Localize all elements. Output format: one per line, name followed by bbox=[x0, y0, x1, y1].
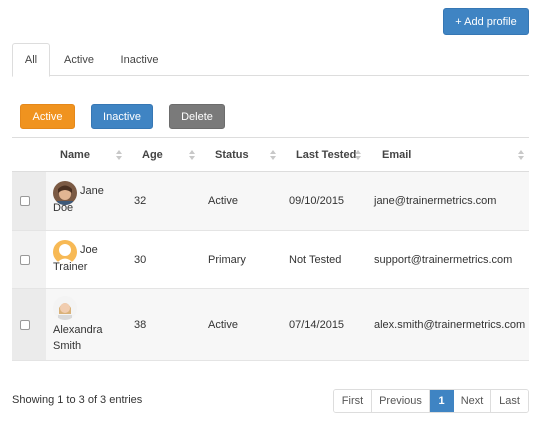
tab-active[interactable]: Active bbox=[55, 43, 103, 76]
status-cell: Active bbox=[208, 319, 238, 331]
column-header-email[interactable]: Email bbox=[382, 138, 411, 172]
last-tested-cell: Not Tested bbox=[289, 254, 342, 266]
age-cell: 38 bbox=[134, 319, 147, 331]
column-header-name[interactable]: Name bbox=[60, 138, 90, 172]
row-checkbox[interactable] bbox=[20, 255, 30, 265]
entries-info: Showing 1 to 3 of 3 entries bbox=[12, 394, 143, 406]
set-inactive-button[interactable]: Inactive bbox=[91, 104, 153, 129]
tab-all[interactable]: All bbox=[12, 43, 50, 77]
delete-button[interactable]: Delete bbox=[169, 104, 225, 129]
table-row: Jane Doe 32 Active 09/10/2015 jane@train… bbox=[12, 172, 529, 231]
email-cell: support@trainermetrics.com bbox=[374, 254, 513, 266]
profile-last-name[interactable]: Trainer bbox=[53, 261, 87, 273]
add-profile-button[interactable]: + Add profile bbox=[443, 8, 529, 35]
sort-icon[interactable] bbox=[270, 150, 276, 161]
profile-first-name[interactable]: Joe bbox=[80, 244, 98, 256]
email-cell: alex.smith@trainermetrics.com bbox=[374, 319, 526, 331]
column-header-last-tested[interactable]: Last Tested bbox=[296, 138, 356, 172]
row-checkbox[interactable] bbox=[20, 320, 30, 330]
email-cell: jane@trainermetrics.com bbox=[374, 195, 497, 207]
table-row: Alexandra Smith 38 Active 07/14/2015 ale… bbox=[12, 289, 529, 361]
pagination-first[interactable]: First bbox=[334, 390, 372, 412]
sort-icon[interactable] bbox=[189, 150, 195, 161]
profile-last-name[interactable]: Smith bbox=[53, 340, 81, 352]
status-cell: Primary bbox=[208, 254, 246, 266]
sort-icon[interactable] bbox=[355, 150, 361, 161]
profile-tabs: All Active Inactive bbox=[12, 43, 529, 77]
table-header: Name Age Status Last Tested Email bbox=[12, 137, 529, 172]
tab-inactive[interactable]: Inactive bbox=[112, 43, 167, 76]
sort-icon[interactable] bbox=[116, 150, 122, 161]
pagination-last[interactable]: Last bbox=[491, 390, 528, 412]
status-cell: Active bbox=[208, 195, 238, 207]
profile-last-name[interactable]: Doe bbox=[53, 202, 73, 214]
age-cell: 32 bbox=[134, 195, 147, 207]
sort-icon[interactable] bbox=[518, 150, 524, 161]
row-checkbox[interactable] bbox=[20, 196, 30, 206]
pagination: First Previous 1 Next Last bbox=[333, 389, 529, 413]
last-tested-cell: 09/10/2015 bbox=[289, 195, 345, 207]
last-tested-cell: 07/14/2015 bbox=[289, 319, 345, 331]
pagination-page-1[interactable]: 1 bbox=[430, 390, 454, 412]
profile-first-name[interactable]: Jane bbox=[80, 185, 104, 197]
avatar bbox=[53, 296, 77, 320]
age-cell: 30 bbox=[134, 254, 147, 266]
column-header-status[interactable]: Status bbox=[215, 138, 249, 172]
table-row: Joe Trainer 30 Primary Not Tested suppor… bbox=[12, 231, 529, 289]
set-active-button[interactable]: Active bbox=[20, 104, 75, 129]
pagination-previous[interactable]: Previous bbox=[372, 390, 430, 412]
column-header-age[interactable]: Age bbox=[142, 138, 163, 172]
profile-first-name[interactable]: Alexandra bbox=[53, 324, 103, 336]
pagination-next[interactable]: Next bbox=[454, 390, 491, 412]
profiles-table: Name Age Status Last Tested Email Jane D… bbox=[12, 137, 529, 361]
